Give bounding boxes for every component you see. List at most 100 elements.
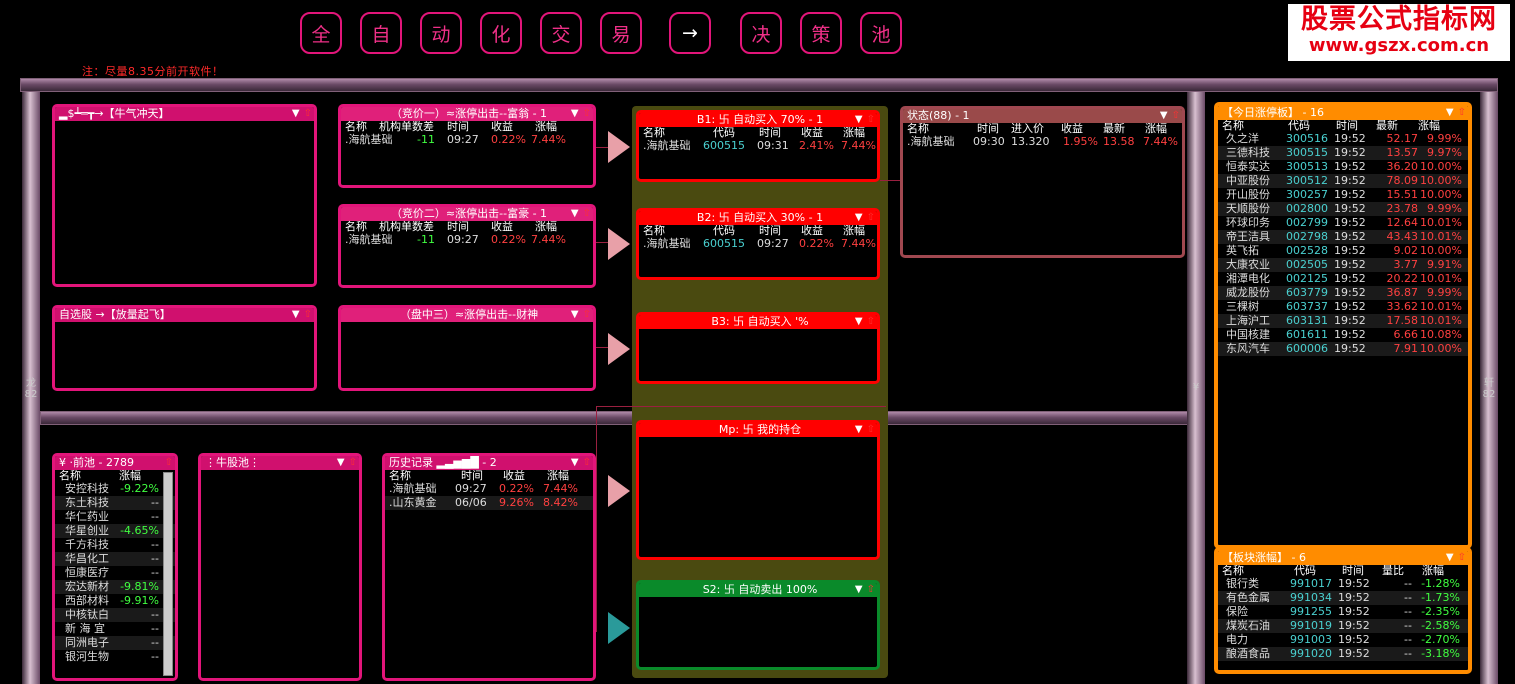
panel-jingjia-2[interactable]: （竞价二）≈涨停出击--富豪 - 1 ▼ ⇧ 名称 机构单数差 时间 收益 涨幅 .海航基础… [338,204,596,288]
panel-my-holdings[interactable]: Mp: 卐 我的持仓 ▼ ⇧ [636,420,880,560]
table-row[interactable]: 帝王洁具 002798 19:52 43.43 10.01% [1218,230,1468,244]
panel-niuqi[interactable]: ▂$┷═┳→【牛气冲天】 ▼ ⇧ [52,104,317,287]
tab-ce[interactable]: 策 [800,12,842,54]
chevron-down-icon[interactable]: ▼ [337,457,345,468]
table-row[interactable]: .海航基础 09:27 0.22% 7.44% [385,482,593,496]
arrow-up-icon[interactable]: ⇧ [1458,552,1466,563]
table-row[interactable]: 威龙股份 603779 19:52 36.87 9.99% [1218,286,1468,300]
table-row[interactable]: 安控科技 -9.22% [55,482,175,496]
chevron-down-icon[interactable]: ▼ [571,108,579,119]
arrow-up-icon[interactable]: ⇧ [165,457,173,468]
chevron-down-icon[interactable]: ▼ [855,584,863,595]
panel-jingjia-1[interactable]: （竞价一）≈涨停出击--富翁 - 1 ▼ ⇧ 名称 机构单数差 时间 收益 涨幅 .海航基础… [338,104,596,188]
arrow-up-icon[interactable]: ⇧ [1458,107,1466,118]
table-row[interactable]: .山东黄金 06/06 9.26% 8.42% [385,496,593,510]
arrow-up-icon[interactable]: ⇧ [1172,110,1180,121]
table-row[interactable]: .海航基础 600515 09:31 2.41% 7.44% [639,139,877,153]
chevron-down-icon[interactable]: ▼ [1160,110,1168,121]
arrow-up-icon[interactable]: ⇧ [583,457,591,468]
table-row[interactable]: 英飞拓 002528 19:52 9.02 10.00% [1218,244,1468,258]
table-row[interactable]: 保险 991255 19:52 -- -2.35% [1218,605,1468,619]
table-row[interactable]: 环球印务 002799 19:52 12.64 10.01% [1218,216,1468,230]
table-row[interactable]: 新 海 宜 -- [55,622,175,636]
table-row[interactable]: 天顺股份 002800 19:52 23.78 9.99% [1218,202,1468,216]
table-row[interactable]: 三德科技 300515 19:52 13.57 9.97% [1218,146,1468,160]
table-row[interactable]: 同洲电子 -- [55,636,175,650]
table-row[interactable]: 西部材料 -9.91% [55,594,175,608]
chevron-down-icon[interactable]: ▼ [571,457,579,468]
scrollbar[interactable] [163,472,173,676]
table-row[interactable]: 银河生物 -- [55,650,175,664]
panel-bankuai[interactable]: 【板块涨幅】 - 6 ▼ ⇧ 名称 代码 时间 量比 涨幅 银行类 991017 19:52 --… [1214,547,1472,674]
chevron-down-icon[interactable]: ▼ [855,114,863,125]
tab-yi[interactable]: 易 [600,12,642,54]
table-row[interactable]: 恒泰实达 300513 19:52 36.20 10.00% [1218,160,1468,174]
table-row[interactable]: 中核钛白 -- [55,608,175,622]
table-row[interactable]: 宏达新材 -9.81% [55,580,175,594]
panel-fangliang[interactable]: 自选股 →【放量起飞】 ▼ ⇧ [52,305,317,391]
chevron-down-icon[interactable]: ▼ [855,212,863,223]
panel-b3[interactable]: B3: 卐 自动买入 '% ▼ ⇧ [636,312,880,384]
table-row[interactable]: .海航基础 600515 09:27 0.22% 7.44% [639,237,877,251]
chevron-down-icon[interactable]: ▼ [292,108,300,119]
panel-history[interactable]: 历史记录 ▂▃▅▆█ - 2 ▼ ⇧ 名称 时间 收益 涨幅 .海航基础 09:27 0.22… [382,453,596,681]
table-row[interactable]: 华仁药业 -- [55,510,175,524]
arrow-up-icon[interactable]: ⇧ [304,309,312,320]
table-row[interactable]: 煤炭石油 991019 19:52 -- -2.58% [1218,619,1468,633]
chevron-down-icon[interactable]: ▼ [855,316,863,327]
panel-status[interactable]: 状态(88) - 1 ▼ ⇧ 名称 时间 进入价 收益 最新 涨幅 .海航基础 09:30 13.… [900,106,1185,258]
panel-zhangting[interactable]: 【今日涨停板】 - 16 ▼ ⇧ 名称 代码 时间 最新 涨幅 久之洋 300516 19:52… [1214,102,1472,549]
tab-arrow[interactable]: → [669,12,711,54]
table-row[interactable]: 东风汽车 600006 19:52 7.91 10.00% [1218,342,1468,356]
chevron-down-icon[interactable]: ▼ [292,309,300,320]
arrow-up-icon[interactable]: ⇧ [304,108,312,119]
chevron-down-icon[interactable]: ▼ [571,208,579,219]
arrow-up-icon[interactable]: ⇧ [867,584,875,595]
arrow-up-icon[interactable]: ⇧ [583,208,591,219]
table-row[interactable]: 湘潭电化 002125 19:52 20.22 10.01% [1218,272,1468,286]
tab-jue[interactable]: 决 [740,12,782,54]
table-row[interactable]: 千方科技 -- [55,538,175,552]
table-row[interactable]: 三棵树 603737 19:52 33.62 10.01% [1218,300,1468,314]
panel-b2[interactable]: B2: 卐 自动买入 30% - 1 ▼ ⇧ 名称 代码 时间 收益 涨幅 .海航基础 600… [636,208,880,280]
arrow-up-icon[interactable]: ⇧ [867,114,875,125]
table-row[interactable]: 久之洋 300516 19:52 52.17 9.99% [1218,132,1468,146]
chevron-down-icon[interactable]: ▼ [1446,552,1454,563]
tab-hua[interactable]: 化 [480,12,522,54]
arrow-up-icon[interactable]: ⇧ [867,424,875,435]
tab-dong[interactable]: 动 [420,12,462,54]
tab-quan[interactable]: 全 [300,12,342,54]
table-row[interactable]: 东土科技 -- [55,496,175,510]
chevron-down-icon[interactable]: ▼ [855,424,863,435]
chevron-down-icon[interactable]: ▼ [571,309,579,320]
table-row[interactable]: 开山股份 300257 19:52 15.51 10.00% [1218,188,1468,202]
table-row[interactable]: 银行类 991017 19:52 -- -1.28% [1218,577,1468,591]
arrow-up-icon[interactable]: ⇧ [867,316,875,327]
panel-qianchi[interactable]: ¥ ·前池 - 2789 ⇧ 名称 涨幅 安控科技 -9.22% 东土科技 -- 华仁药业 -… [52,453,178,681]
table-row[interactable]: .海航基础 -11 09:27 0.22% 7.44% [341,133,593,147]
arrow-up-icon[interactable]: ⇧ [349,457,357,468]
panel-b1[interactable]: B1: 卐 自动买入 70% - 1 ▼ ⇧ 名称 代码 时间 收益 涨幅 .海航基础 600… [636,110,880,182]
arrow-up-icon[interactable]: ⇧ [867,212,875,223]
panel-niugu[interactable]: ⋮牛股池⋮ ▼ ⇧ [198,453,362,681]
table-row[interactable]: 大康农业 002505 19:52 3.77 9.91% [1218,258,1468,272]
arrow-up-icon[interactable]: ⇧ [583,309,591,320]
table-row[interactable]: 华昌化工 -- [55,552,175,566]
arrow-up-icon[interactable]: ⇧ [583,108,591,119]
table-row[interactable]: 酿酒食品 991020 19:52 -- -3.18% [1218,647,1468,661]
panel-panzhong-3[interactable]: （盘中三）≈涨停出击--财神 ▼ ⇧ [338,305,596,391]
tab-chi[interactable]: 池 [860,12,902,54]
table-row[interactable]: .海航基础 09:30 13.320 1.95% 13.58 7.44% [903,135,1182,149]
table-row[interactable]: 有色金属 991034 19:52 -- -1.73% [1218,591,1468,605]
table-row[interactable]: 电力 991003 19:52 -- -2.70% [1218,633,1468,647]
table-row[interactable]: 中亚股份 300512 19:52 78.09 10.00% [1218,174,1468,188]
tab-jiao[interactable]: 交 [540,12,582,54]
table-row[interactable]: 华星创业 -4.65% [55,524,175,538]
table-row[interactable]: .海航基础 -11 09:27 0.22% 7.44% [341,233,593,247]
table-row[interactable]: 上海沪工 603131 19:52 17.58 10.01% [1218,314,1468,328]
chevron-down-icon[interactable]: ▼ [1446,107,1454,118]
panel-s2[interactable]: S2: 卐 自动卖出 100% ▼ ⇧ [636,580,880,670]
table-row[interactable]: 中国核建 601611 19:52 6.66 10.08% [1218,328,1468,342]
tab-zi[interactable]: 自 [360,12,402,54]
table-row[interactable]: 恒康医疗 -- [55,566,175,580]
